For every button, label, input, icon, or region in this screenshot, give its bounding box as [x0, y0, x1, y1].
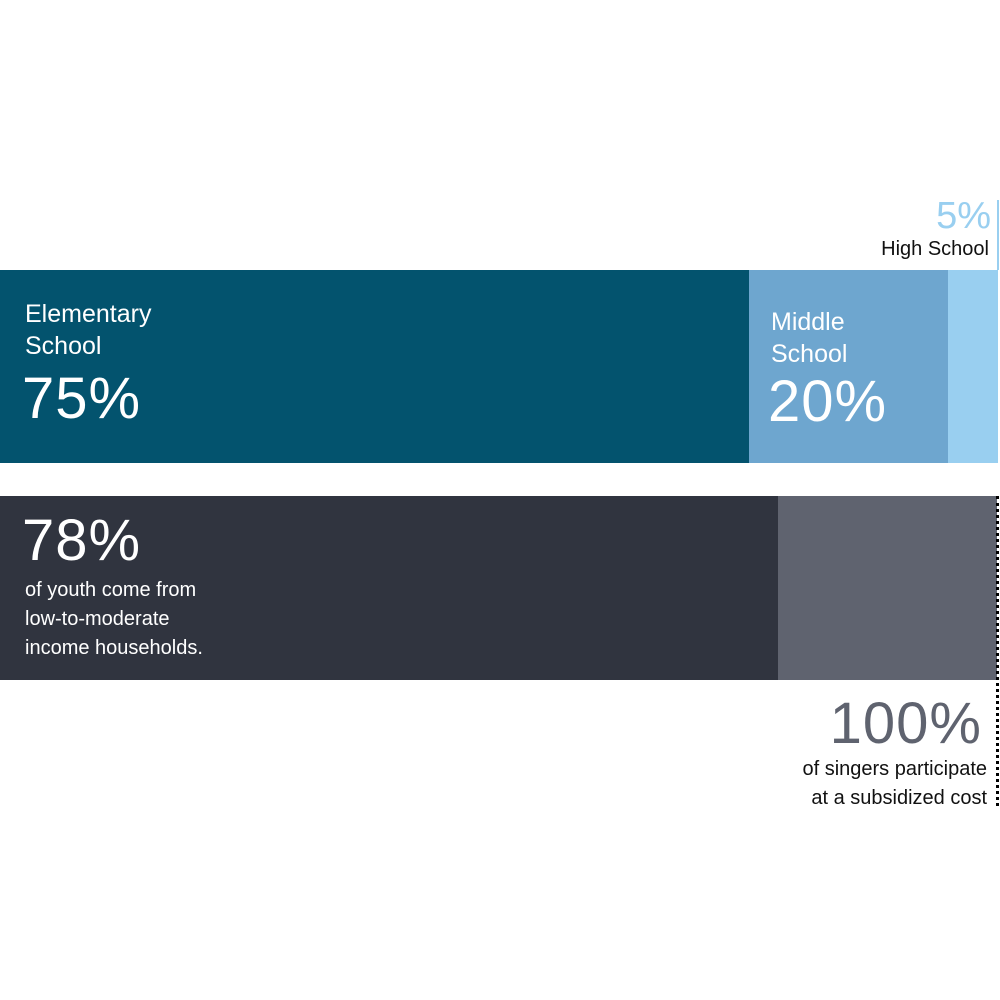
high-school-label: High School: [881, 238, 989, 260]
subsidized-desc-line1: of singers participate: [802, 758, 987, 780]
income-desc-line2: low-to-moderate: [25, 608, 170, 630]
high-segment: [948, 270, 998, 463]
middle-label-line1: Middle: [771, 308, 845, 336]
income-desc-line1: of youth come from: [25, 579, 197, 601]
subsidized-dotted-line: [996, 496, 999, 806]
middle-label-line2: School: [771, 340, 848, 368]
income-desc-line3: income households.: [25, 637, 203, 659]
other-income-segment: [778, 496, 997, 680]
elementary-label-line1: Elementary: [25, 300, 152, 328]
elementary-value: 75%: [22, 366, 142, 431]
high-school-leader-line: [997, 200, 999, 270]
high-school-value: 5%: [936, 195, 991, 237]
elementary-label-line2: School: [25, 332, 102, 360]
income-value: 78%: [22, 508, 142, 573]
subsidized-desc-line2: at a subsidized cost: [811, 787, 987, 809]
subsidized-value: 100%: [829, 691, 982, 756]
middle-value: 20%: [768, 369, 888, 434]
